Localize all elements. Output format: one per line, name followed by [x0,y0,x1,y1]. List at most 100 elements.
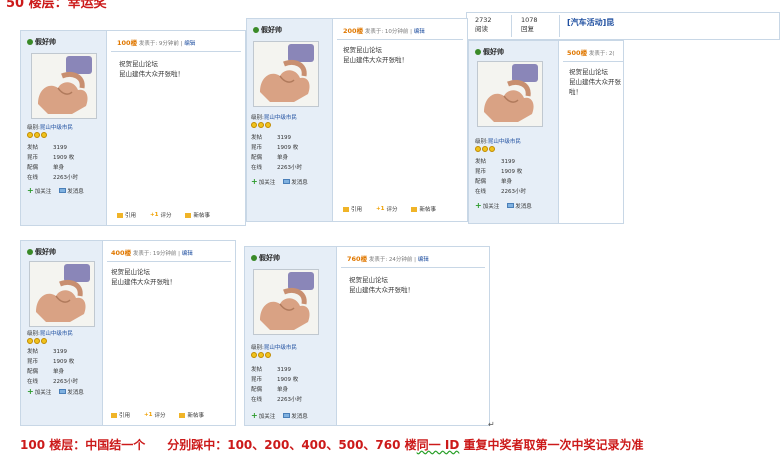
forum-post: 假好帅 级别:昆山中级市民 发帖 3199 昆币 1909 枚 配偶 单身 在线 226… [20,240,236,426]
follow-label[interactable]: 加关注 [35,388,52,396]
username-text[interactable]: 假好帅 [259,253,280,263]
user-actions: + 加关注 发消息 [251,177,308,186]
quote-button[interactable]: 引用 [343,205,362,213]
rank-value: 昆山中级市民 [263,345,297,351]
newpost-icon [411,206,418,212]
message-button[interactable]: 发消息 [59,387,84,396]
username[interactable]: 假好帅 [251,253,280,263]
avatar-hands-image [478,62,542,126]
stat-value: 2263小时 [501,189,526,195]
floor-number: 100楼 [117,39,138,47]
newpost-button[interactable]: 新帖事 [185,211,210,219]
follow-label[interactable]: 加关注 [259,178,276,186]
quote-label[interactable]: 引用 [351,205,362,213]
follow-label[interactable]: 加关注 [259,412,276,420]
follow-button[interactable]: + 加关注 [251,411,275,420]
stat-value: 1909 枚 [501,169,523,175]
stat-row: 昆币 1909 枚 [251,375,302,385]
rate-label[interactable]: 评分 [386,205,397,213]
username[interactable]: 假好帅 [27,247,56,257]
rate-label[interactable]: 评分 [154,411,165,419]
message-button[interactable]: 发消息 [59,186,84,195]
newpost-label[interactable]: 新帖事 [419,205,436,213]
message-label[interactable]: 发消息 [67,187,84,195]
user-actions: + 加关注 发消息 [27,387,84,396]
rate-button[interactable]: +1 评分 [376,205,397,213]
message-label[interactable]: 发消息 [291,178,308,186]
follow-label[interactable]: 加关注 [35,187,52,195]
avatar[interactable] [477,61,543,127]
stat-value: 3199 [53,349,67,355]
edit-link[interactable]: 编辑 [418,257,429,263]
quote-label[interactable]: 引用 [125,211,136,219]
rate-button[interactable]: +1 评分 [150,211,171,219]
stat-row: 在线 2263小时 [251,395,302,405]
stat-key: 在线 [251,397,263,403]
avatar[interactable] [253,269,319,335]
user-sidebar: 假好帅 级别:昆山中级市民 发帖 3199 昆币 1909 枚 配偶 单身 在线 226… [469,41,559,223]
user-sidebar: 假好帅 级别:昆山中级市民 发帖 3199 昆币 1909 枚 配偶 单身 在线 226… [21,241,103,425]
quote-label[interactable]: 引用 [119,411,130,419]
follow-label[interactable]: 加关注 [483,202,500,210]
username-text[interactable]: 假好帅 [35,37,56,47]
edit-link[interactable]: 编辑 [182,251,193,257]
stat-row: 昆币 1909 枚 [27,357,78,367]
username[interactable]: 假好帅 [475,47,504,57]
newpost-button[interactable]: 新帖事 [411,205,436,213]
newpost-icon [179,412,186,418]
quote-button[interactable]: 引用 [117,211,136,219]
message-button[interactable]: 发消息 [283,411,308,420]
rate-button[interactable]: +1 评分 [144,411,165,419]
avatar[interactable] [31,53,97,119]
medal-icon [41,132,47,138]
newpost-label[interactable]: 新帖事 [193,211,210,219]
username[interactable]: 假好帅 [253,25,282,35]
stat-value: 单身 [53,165,65,171]
follow-button[interactable]: + 加关注 [475,201,499,210]
message-label[interactable]: 发消息 [67,388,84,396]
quote-button[interactable]: 引用 [111,411,130,419]
plus-icon: + [251,177,258,186]
username[interactable]: 假好帅 [27,37,56,47]
stat-key: 在线 [251,165,263,171]
edit-link[interactable]: 编辑 [184,41,195,47]
message-button[interactable]: 发消息 [507,201,532,210]
message-button[interactable]: 发消息 [283,177,308,186]
user-sidebar: 假好帅 级别:昆山中级市民 发帖 3199 昆币 1909 枚 配偶 单身 在线 226… [247,19,333,221]
rank-value: 昆山中级市民 [39,331,73,337]
quote-icon [117,212,123,218]
follow-button[interactable]: + 加关注 [27,387,51,396]
medals [475,146,495,152]
stat-key: 发帖 [475,159,487,165]
rate-label[interactable]: 评分 [160,211,171,219]
message-label[interactable]: 发消息 [515,202,532,210]
stat-row: 发帖 3199 [251,365,302,375]
thread-title-link[interactable]: [汽车活动]昆 [567,17,614,28]
medals [251,352,271,358]
newpost-label[interactable]: 新帖事 [187,411,204,419]
stat-value: 2263小时 [53,175,78,181]
follow-button[interactable]: + 加关注 [27,186,51,195]
avatar[interactable] [29,261,95,327]
stat-value: 2263小时 [53,379,78,385]
stat-key: 配偶 [27,165,39,171]
medal-icon [258,122,264,128]
user-sidebar: 假好帅 级别:昆山中级市民 发帖 3199 昆币 1909 枚 配偶 单身 在线 226… [245,247,337,425]
header-divider [563,61,623,62]
user-rank: 级别:昆山中级市民 [27,329,73,337]
floor-number: 500楼 [567,49,588,57]
username-text[interactable]: 假好帅 [483,47,504,57]
follow-button[interactable]: + 加关注 [251,177,275,186]
medal-icon [475,146,481,152]
rank-value: 昆山中级市民 [263,115,297,121]
avatar[interactable] [253,41,319,107]
username-text[interactable]: 假好帅 [35,247,56,257]
username-text[interactable]: 假好帅 [261,25,282,35]
edit-link[interactable]: 编辑 [414,29,425,35]
stat-row: 在线 2263小时 [27,173,78,183]
newpost-button[interactable]: 新帖事 [179,411,204,419]
user-rank: 级别:昆山中级市民 [475,137,521,145]
stat-row: 昆币 1909 枚 [251,143,302,153]
stat-row: 昆币 1909 枚 [27,153,78,163]
message-label[interactable]: 发消息 [291,412,308,420]
